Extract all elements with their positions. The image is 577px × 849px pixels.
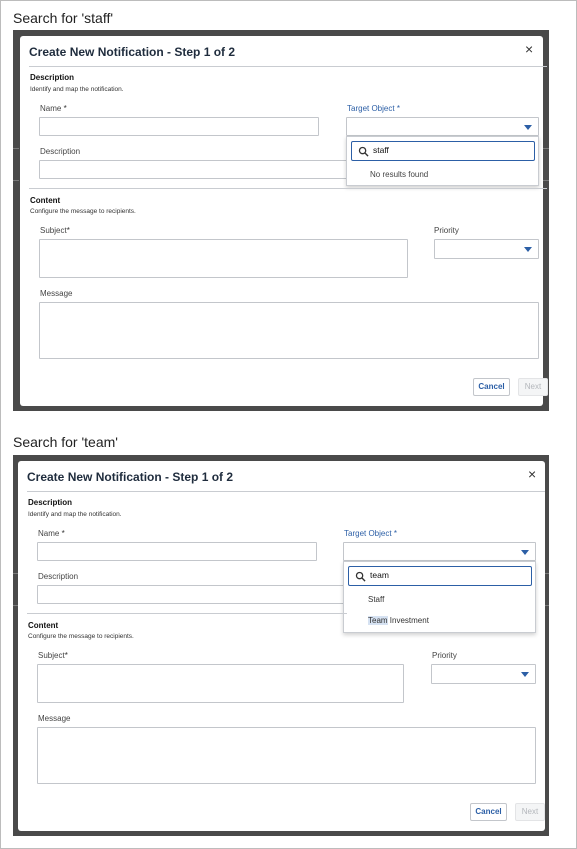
option-label-rest: Staff xyxy=(368,595,385,604)
chevron-down-icon xyxy=(524,247,532,252)
section-subtitle-description: Identify and map the notification. xyxy=(28,511,122,518)
target-object-label: Target Object * xyxy=(347,104,400,113)
divider xyxy=(29,66,547,67)
search-icon xyxy=(358,146,369,157)
modal-backdrop: Create New Notification - Step 1 of 2 × … xyxy=(13,30,549,411)
dropdown-option-staff[interactable]: Staff xyxy=(344,590,535,610)
modal-backdrop: Create New Notification - Step 1 of 2 × … xyxy=(13,455,549,836)
subject-label-text: Subject xyxy=(38,651,65,660)
message-label: Message xyxy=(40,289,73,298)
subject-input[interactable] xyxy=(37,664,404,703)
option-label: Team Investment xyxy=(368,616,429,625)
priority-label: Priority xyxy=(434,226,459,235)
target-object-label-text: Target Object xyxy=(344,529,392,538)
target-object-label-text: Target Object xyxy=(347,104,395,113)
section-subtitle-content: Configure the message to recipients. xyxy=(30,208,136,215)
search-value: staff xyxy=(373,145,389,155)
cancel-button[interactable]: Cancel xyxy=(470,803,507,821)
option-label: Staff xyxy=(368,595,384,604)
subject-input[interactable] xyxy=(39,239,408,278)
description-input[interactable] xyxy=(39,160,349,179)
divider xyxy=(29,188,547,189)
section-subtitle-content: Configure the message to recipients. xyxy=(28,633,134,640)
description-label: Description xyxy=(40,147,81,156)
create-notification-modal: Create New Notification - Step 1 of 2 × … xyxy=(18,461,545,831)
priority-select[interactable] xyxy=(431,664,536,684)
required-marker: * xyxy=(393,529,397,538)
section-subtitle-description: Identify and map the notification. xyxy=(30,86,124,93)
name-input[interactable] xyxy=(37,542,317,561)
target-object-search-input[interactable]: staff xyxy=(351,141,535,161)
description-label: Description xyxy=(38,572,79,581)
subject-label-text: Subject xyxy=(40,226,67,235)
required-marker: * xyxy=(396,104,400,113)
target-object-select[interactable] xyxy=(343,542,536,561)
no-results-message: No results found xyxy=(370,170,429,179)
required-marker: * xyxy=(61,529,65,538)
message-input[interactable] xyxy=(39,302,539,359)
name-label: Name * xyxy=(38,529,65,538)
name-label: Name * xyxy=(40,104,67,113)
chevron-down-icon xyxy=(521,672,529,677)
name-label-text: Name xyxy=(40,104,62,113)
modal-title: Create New Notification - Step 1 of 2 xyxy=(29,45,236,59)
chevron-down-icon xyxy=(524,124,532,130)
description-input[interactable] xyxy=(37,585,347,604)
backdrop-line xyxy=(13,180,19,181)
target-object-dropdown: team Staff Team Investment xyxy=(343,561,536,633)
backdrop-line xyxy=(543,148,549,149)
search-icon xyxy=(355,571,366,582)
target-object-search-input[interactable]: team xyxy=(348,566,532,586)
chevron-down-icon xyxy=(521,549,529,555)
create-notification-modal: Create New Notification - Step 1 of 2 × … xyxy=(20,36,548,406)
name-label-text: Name xyxy=(38,529,60,538)
backdrop-line xyxy=(543,180,549,181)
dropdown-option-team-investment[interactable]: Team Investment xyxy=(344,611,535,631)
target-object-dropdown: staff No results found xyxy=(346,136,539,186)
option-match-highlight: Team xyxy=(368,616,388,625)
section-title-description: Description xyxy=(28,498,73,507)
message-input[interactable] xyxy=(37,727,536,784)
divider xyxy=(27,491,545,492)
name-input[interactable] xyxy=(39,117,319,136)
subject-label: Subject* xyxy=(38,651,68,660)
section-title-content: Content xyxy=(28,621,59,630)
target-object-select[interactable] xyxy=(346,117,539,136)
subject-label: Subject* xyxy=(40,226,70,235)
section-title-content: Content xyxy=(30,196,61,205)
next-button[interactable]: Next xyxy=(515,803,545,821)
divider xyxy=(27,613,347,614)
section-title-description: Description xyxy=(30,73,75,82)
required-marker: * xyxy=(64,651,68,660)
panel-caption-team: Search for 'team' xyxy=(13,434,118,450)
modal-title: Create New Notification - Step 1 of 2 xyxy=(27,470,234,484)
next-button[interactable]: Next xyxy=(518,378,548,396)
panel-caption-staff: Search for 'staff' xyxy=(13,10,114,26)
priority-label: Priority xyxy=(432,651,457,660)
search-value: team xyxy=(370,570,389,580)
required-marker: * xyxy=(63,104,67,113)
priority-select[interactable] xyxy=(434,239,539,259)
required-marker: * xyxy=(66,226,70,235)
option-label-rest: Investment xyxy=(387,616,429,625)
message-label: Message xyxy=(38,714,71,723)
close-icon[interactable]: × xyxy=(528,467,536,481)
cancel-button[interactable]: Cancel xyxy=(473,378,510,396)
close-icon[interactable]: × xyxy=(525,42,533,56)
target-object-label: Target Object * xyxy=(344,529,397,538)
backdrop-line xyxy=(13,148,19,149)
